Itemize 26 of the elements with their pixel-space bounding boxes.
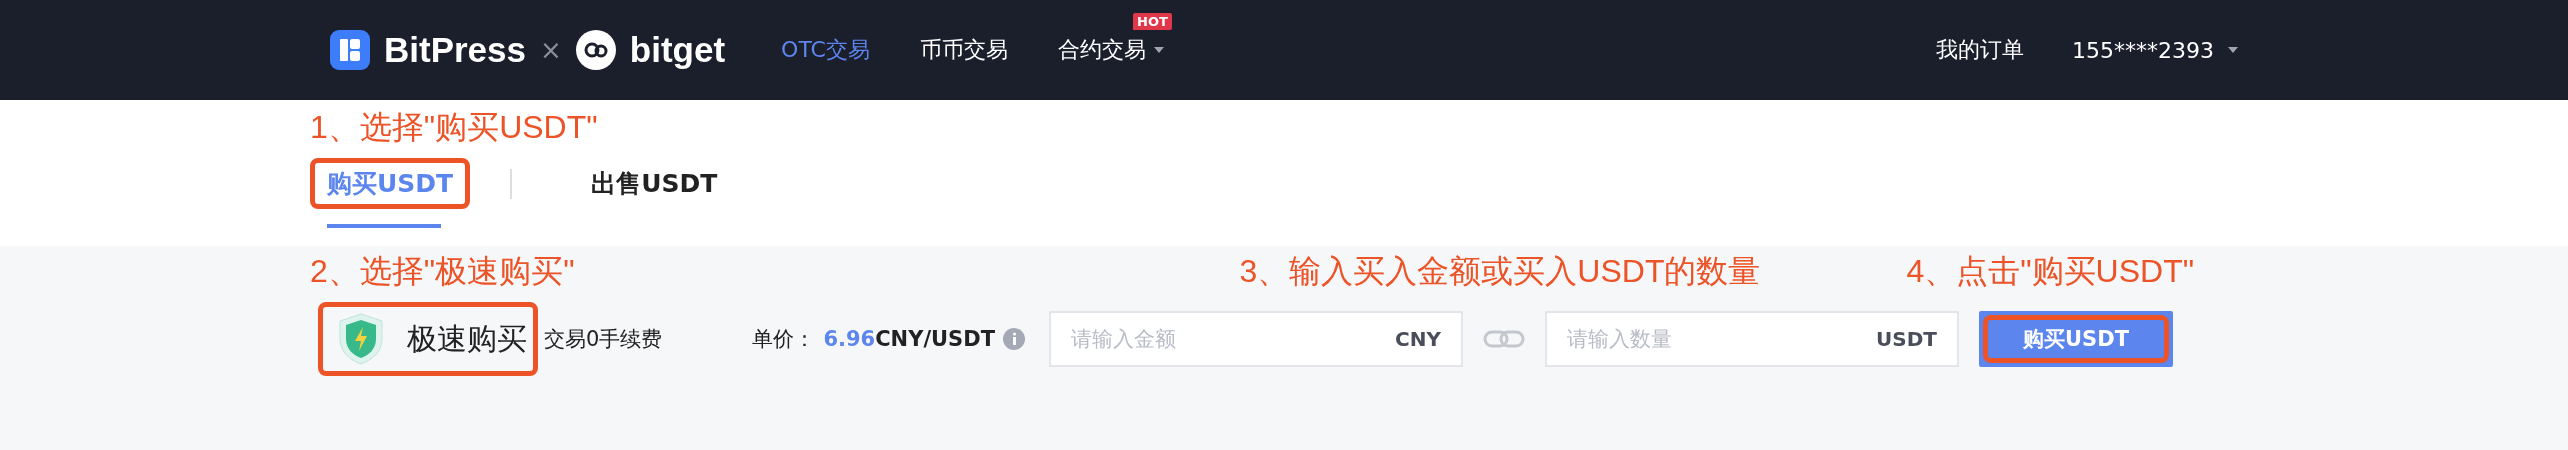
nav-link[interactable]: OTC交易 <box>781 35 870 65</box>
separator: × <box>540 35 562 65</box>
nav-link[interactable]: 合约交易 <box>1057 35 1146 65</box>
fee-note: 交易0手续费 <box>544 326 663 353</box>
brand-name: BitPress <box>384 30 527 70</box>
quick-buy-option[interactable]: 极速购买 <box>318 302 538 376</box>
hot-badge: HOT <box>1133 13 1172 30</box>
info-icon[interactable] <box>1003 328 1025 350</box>
link-icon <box>1483 329 1525 349</box>
price-value: 6.96CNY/USDT <box>823 327 995 351</box>
caret-icon <box>2228 47 2238 53</box>
step-annotation: 2、选择"极速购买" <box>310 252 575 291</box>
step-annotation: 4、点击"购买USDT" <box>1906 252 2195 291</box>
tab[interactable]: 出售USDT <box>574 158 735 209</box>
account-menu[interactable]: 155****2393 <box>2072 37 2238 63</box>
shield-icon <box>339 313 383 365</box>
step-annotation: 3、输入买入金额或买入USDT的数量 <box>1239 252 1761 291</box>
partner-logo-icon <box>575 30 616 70</box>
logo-icon <box>330 30 370 70</box>
currency-unit: CNY <box>1395 327 1441 351</box>
nav-link[interactable]: 币币交易 <box>919 35 1008 65</box>
step-annotation: 1、选择"购买USDT" <box>310 108 599 147</box>
currency-unit: USDT <box>1876 327 1937 351</box>
partner-name: bitget <box>629 30 726 70</box>
orders-link[interactable]: 我的订单 <box>1936 35 2024 65</box>
price-label: 单价： <box>752 326 816 353</box>
